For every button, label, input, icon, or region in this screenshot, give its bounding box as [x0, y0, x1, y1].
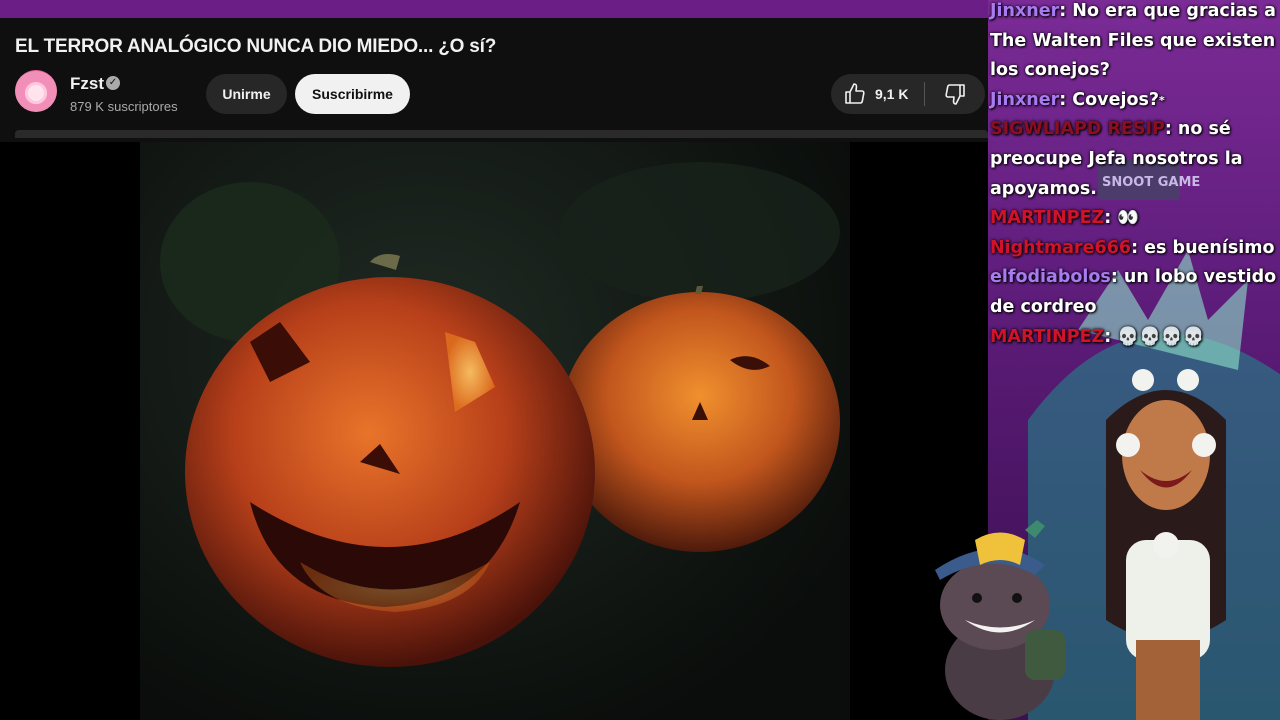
- chat-message: Jinxner: Covejos?*: [990, 89, 1165, 110]
- dislike-button[interactable]: [925, 74, 985, 114]
- chat-username: SIGWLIAPD RESIP: [990, 119, 1165, 140]
- like-dislike-group: 9,1 K: [831, 74, 985, 114]
- chat-username: MARTINPEZ: [990, 208, 1105, 229]
- cat-mascot: [935, 520, 1065, 720]
- description-box-edge: [15, 130, 988, 138]
- pumpkins-scene: [160, 162, 840, 667]
- chat-username: elfodiabolos: [990, 267, 1111, 288]
- chat-username: Jinxner: [990, 89, 1060, 110]
- join-button[interactable]: Unirme: [206, 74, 287, 114]
- verified-check-icon: ✓: [106, 76, 120, 90]
- chat-message: elfodiabolos: un lobo vestido de cordreo: [990, 267, 1277, 317]
- video-frame: [140, 142, 850, 720]
- youtube-watch-page: EL TERROR ANALÓGICO NUNCA DIO MIEDO... ¿…: [0, 18, 988, 720]
- subscriber-count: 879 K suscriptores: [70, 99, 178, 114]
- subscribe-button[interactable]: Suscribirme: [295, 74, 410, 114]
- chat-overlay: Jinxner: No era que gracias a The Walten…: [990, 0, 1278, 352]
- chat-username: Jinxner: [990, 1, 1060, 21]
- video-player[interactable]: [0, 142, 988, 720]
- channel-name[interactable]: Fzst: [70, 74, 104, 94]
- chat-message: MARTINPEZ: 💀💀💀💀: [990, 326, 1205, 347]
- chat-message: Nightmare666: es buenísimo: [990, 237, 1275, 258]
- thumbs-up-icon: [845, 83, 865, 104]
- channel-avatar[interactable]: [15, 70, 57, 112]
- chat-username: MARTINPEZ: [990, 326, 1105, 347]
- like-count: 9,1 K: [875, 86, 909, 102]
- chat-message: MARTINPEZ: 👀: [990, 208, 1140, 229]
- video-title: EL TERROR ANALÓGICO NUNCA DIO MIEDO... ¿…: [15, 36, 497, 57]
- like-button[interactable]: 9,1 K: [831, 74, 923, 114]
- thumbs-down-icon: [945, 84, 965, 105]
- chat-username: Nightmare666: [990, 237, 1132, 258]
- chat-message: SIGWLIAPD RESIP: no sé preocupe Jefa nos…: [990, 119, 1243, 199]
- chat-message: Jinxner: No era que gracias a The Walten…: [990, 1, 1276, 81]
